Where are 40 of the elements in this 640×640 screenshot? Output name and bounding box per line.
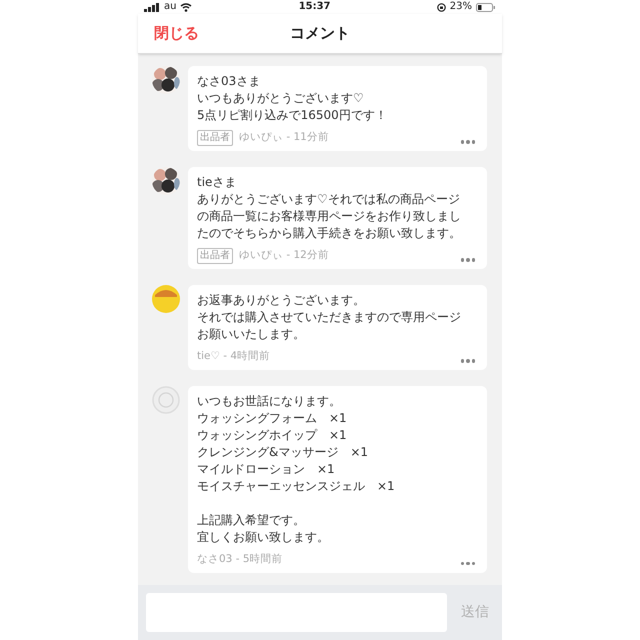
comment-line: いつもお世話になります。	[197, 392, 342, 410]
avatar-icon	[152, 285, 180, 313]
wifi-icon	[180, 2, 192, 12]
close-button[interactable]: 閉じる	[154, 22, 199, 45]
comment-line: それでは購入させていただきますので専用ページ	[197, 309, 462, 326]
comment-line: なさ03さま	[197, 73, 262, 90]
comment-meta: tie♡ - 4時間前	[197, 349, 270, 364]
comment-line: ウォッシングホイップ ×1	[197, 426, 348, 444]
comment-line: tieさま	[197, 174, 238, 191]
comment-line: たのでそちらから購入手続きをお願い致します。	[197, 225, 462, 242]
default-avatar-icon	[152, 386, 180, 414]
more-icon[interactable]	[460, 140, 475, 144]
status-time: 15:37	[298, 2, 331, 12]
seller-tag: 出品者	[197, 248, 233, 264]
comment-line: ありがとうございます♡それでは私の商品ページ	[197, 191, 461, 208]
comment-line: 5点リピ割り込みで16500円です！	[197, 107, 388, 124]
comment-line: クレンジング&マッサージ ×1	[197, 444, 370, 461]
carrier-label: au	[164, 2, 176, 12]
comment-line: お返事ありがとうございます。	[197, 292, 366, 309]
page-title: コメント	[290, 23, 350, 44]
signal-icon	[144, 2, 160, 12]
more-icon[interactable]	[460, 359, 475, 363]
comment-line: 上記購入希望です。	[197, 512, 306, 529]
comment-line: モイスチャーエッセンスジェル ×1	[197, 478, 396, 495]
lock-rotation-icon	[436, 2, 446, 12]
battery-icon	[476, 2, 496, 12]
comment-line: 宜しくお願い致します。	[197, 528, 330, 546]
comment-meta: なさ03 - 5時間前	[197, 552, 283, 567]
comment-line: いつもありがとうございます♡	[197, 90, 365, 107]
more-icon[interactable]	[460, 258, 475, 262]
comment-line: ウォッシングフォーム ×1	[197, 410, 348, 427]
comment-meta: ゆいぴぃ - 11分前	[239, 130, 329, 146]
comment-meta: ゆいぴぃ - 12分前	[239, 248, 329, 264]
more-icon[interactable]	[460, 562, 475, 566]
comment-line: の商品一覧にお客様専用ページをお作り致しまし	[197, 208, 462, 225]
comment-line: お願いいたします。	[197, 326, 306, 343]
seller-tag: 出品者	[197, 130, 233, 146]
send-button[interactable]: 送信	[461, 602, 489, 623]
battery-percent: 23%	[450, 2, 472, 12]
comment-line: マイルドローション ×1	[197, 460, 336, 478]
